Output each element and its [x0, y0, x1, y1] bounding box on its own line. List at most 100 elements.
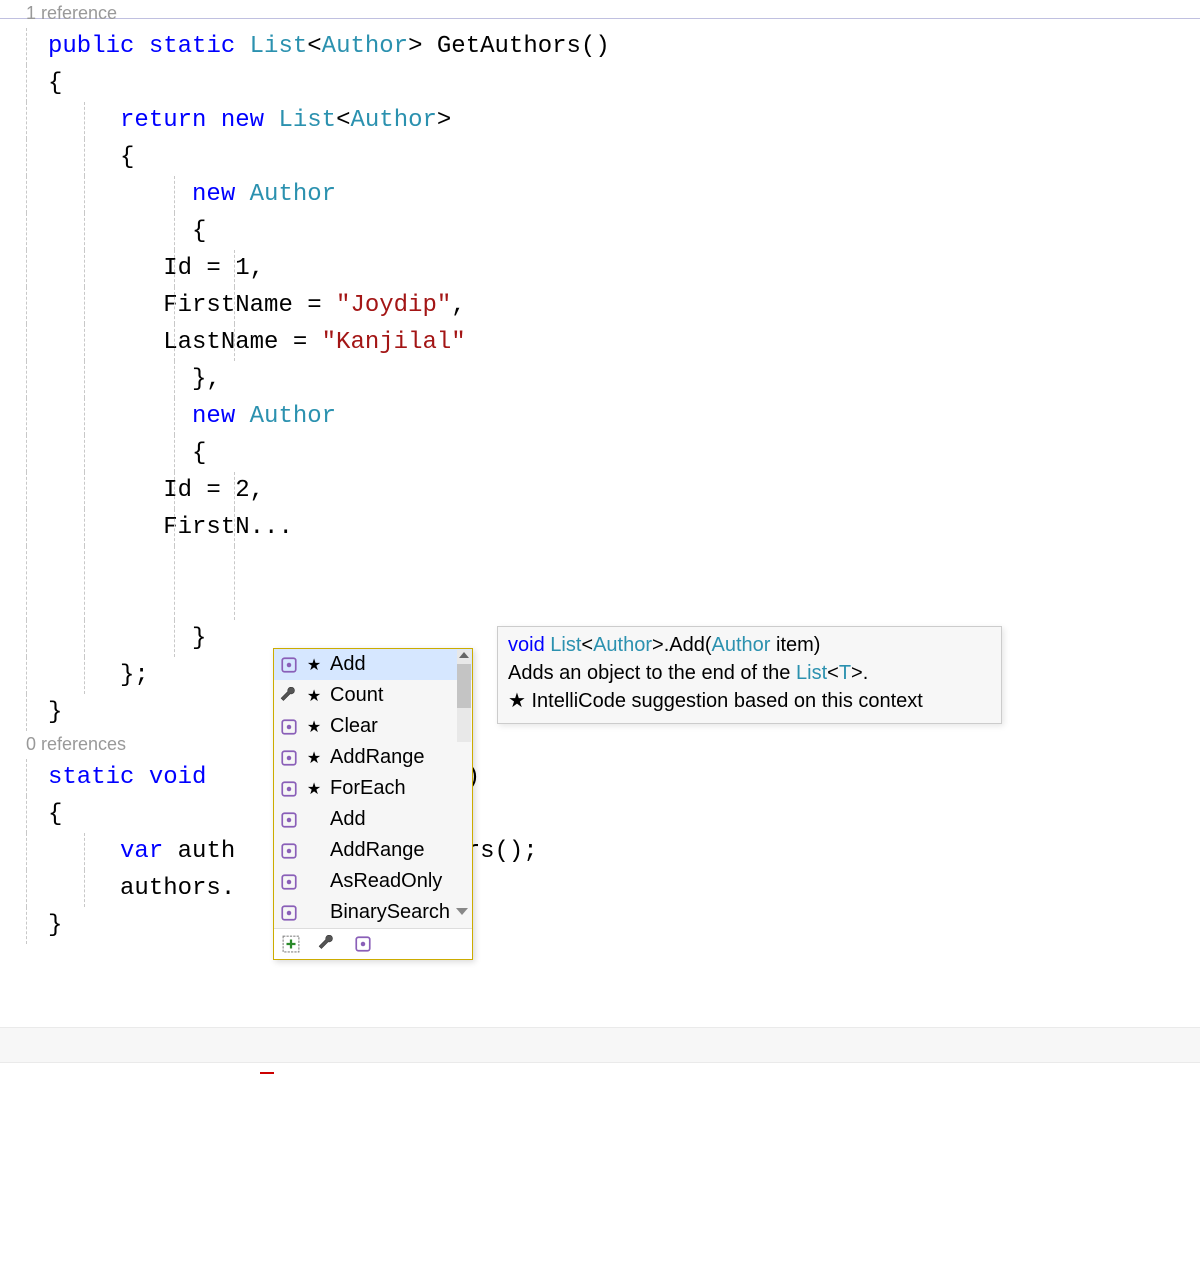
keyword-new: new: [192, 403, 235, 430]
type-author: Author: [350, 107, 436, 134]
item-label: AddRange: [330, 746, 425, 769]
method-icon: [280, 811, 298, 829]
punct: >: [652, 634, 664, 656]
code-line[interactable]: new Author: [48, 398, 1200, 435]
code-line[interactable]: {: [48, 213, 1200, 250]
method-name: GetAuthors(): [423, 33, 610, 60]
scroll-up-icon[interactable]: [459, 652, 469, 658]
codelens-1ref[interactable]: 1 reference: [26, 0, 1200, 28]
star-icon: ★: [508, 690, 526, 712]
code-line[interactable]: var auth thors();: [48, 833, 1200, 870]
desc-text: Adds an object to the end of the: [508, 662, 796, 684]
type-list: List: [250, 33, 308, 60]
intellisense-item-add[interactable]: Add: [274, 804, 472, 835]
punct: <: [307, 33, 321, 60]
code-line[interactable]: FirstN...: [48, 509, 1200, 546]
star-icon: ★: [306, 686, 322, 706]
code-line[interactable]: return new List<Author>: [48, 102, 1200, 139]
method-icon: [280, 873, 298, 891]
intellisense-item-addrange[interactable]: AddRange: [274, 835, 472, 866]
code-line[interactable]: [48, 546, 1200, 620]
code-line[interactable]: LastName = "Kanjilal": [48, 324, 1200, 361]
intellisense-item-foreach-starred[interactable]: ★ ForEach: [274, 773, 472, 804]
intellisense-scrollbar[interactable]: [457, 650, 471, 742]
intellisense-item-asreadonly[interactable]: AsReadOnly: [274, 866, 472, 897]
code-line[interactable]: {: [48, 139, 1200, 176]
desc-text: IntelliCode suggestion based on this con…: [526, 690, 923, 712]
punct: <: [581, 634, 593, 656]
code-line[interactable]: {: [48, 65, 1200, 102]
star-icon: ★: [306, 748, 322, 768]
brace: {: [120, 144, 134, 171]
intellisense-item-add-starred[interactable]: ★ Add: [274, 649, 472, 680]
intellisense-footer: [274, 928, 472, 959]
type-generic: T: [839, 662, 851, 684]
scroll-down-icon[interactable]: [456, 908, 468, 915]
code-text: FirstName =: [48, 292, 336, 319]
brace: };: [120, 662, 149, 689]
keyword-public: public: [48, 33, 134, 60]
codelens-0ref[interactable]: 0 references: [26, 731, 1200, 759]
method-name: .Add(: [664, 634, 712, 656]
method-icon: [280, 904, 298, 922]
code-line[interactable]: FirstName = "Joydip",: [48, 287, 1200, 324]
scroll-thumb[interactable]: [457, 664, 471, 708]
type-list: List: [278, 107, 336, 134]
code-line[interactable]: },: [48, 361, 1200, 398]
intellisense-item-clear-starred[interactable]: ★ Clear: [274, 711, 472, 742]
brace: }: [48, 699, 62, 726]
type-list: List: [550, 634, 581, 656]
code-text: authors.: [120, 875, 235, 902]
type-author: Author: [712, 634, 771, 656]
punct: ,: [451, 292, 465, 319]
punct: >: [408, 33, 422, 60]
item-label: BinarySearch: [330, 901, 450, 924]
code-line[interactable]: public static List<Author> GetAuthors(): [48, 28, 1200, 65]
method-icon: [280, 780, 298, 798]
keyword-new: new: [221, 107, 264, 134]
item-label: AddRange: [330, 839, 425, 862]
item-label: Add: [330, 653, 366, 676]
intellisense-popup[interactable]: ★ Add ★ Count ★ Clear ★ AddRange ★ ForEa…: [273, 648, 473, 960]
item-label: AsReadOnly: [330, 870, 442, 893]
punct: >: [851, 662, 863, 684]
wrench-icon: [280, 687, 298, 705]
code-text: LastName =: [48, 329, 322, 356]
code-text: auth: [163, 838, 235, 865]
code-line[interactable]: {: [48, 435, 1200, 472]
current-line-highlight: [0, 1027, 1200, 1063]
item-label: Count: [330, 684, 383, 707]
code-line[interactable]: new Author: [48, 176, 1200, 213]
star-icon: ★: [306, 717, 322, 737]
wrench-icon[interactable]: [318, 935, 336, 953]
code-text: Id = 1,: [48, 255, 264, 282]
show-all-icon[interactable]: [282, 935, 300, 953]
code-line[interactable]: authors.: [48, 870, 1200, 907]
item-label: Clear: [330, 715, 378, 738]
code-text: Id = 2,: [48, 477, 264, 504]
brace: {: [48, 801, 62, 828]
signature-tooltip: void List<Author>.Add(Author item) Adds …: [497, 626, 1002, 724]
param-name: item): [770, 634, 820, 656]
keyword-var: var: [120, 838, 163, 865]
item-label: Add: [330, 808, 366, 831]
code-line[interactable]: }: [48, 907, 1200, 944]
code-line[interactable]: {: [48, 796, 1200, 833]
intellisense-item-addrange-starred[interactable]: ★ AddRange: [274, 742, 472, 773]
code-line[interactable]: Id = 1,: [48, 250, 1200, 287]
code-line[interactable]: static void [] args): [48, 759, 1200, 796]
brace: {: [48, 70, 62, 97]
punct: <: [336, 107, 350, 134]
type-author: Author: [250, 403, 336, 430]
code-line[interactable]: Id = 2,: [48, 472, 1200, 509]
keyword-return: return: [120, 107, 206, 134]
method-icon[interactable]: [354, 935, 372, 953]
intellisense-item-count-starred[interactable]: ★ Count: [274, 680, 472, 711]
type-author: Author: [250, 181, 336, 208]
keyword-static: static: [149, 33, 235, 60]
code-editor[interactable]: 1 reference public static List<Author> G…: [0, 0, 1200, 944]
tooltip-description-1: Adds an object to the end of the List<T>…: [508, 659, 991, 687]
string-literal: "Kanjilal": [322, 329, 466, 356]
brace: }: [48, 912, 62, 939]
intellisense-item-binarysearch[interactable]: BinarySearch: [274, 897, 472, 928]
